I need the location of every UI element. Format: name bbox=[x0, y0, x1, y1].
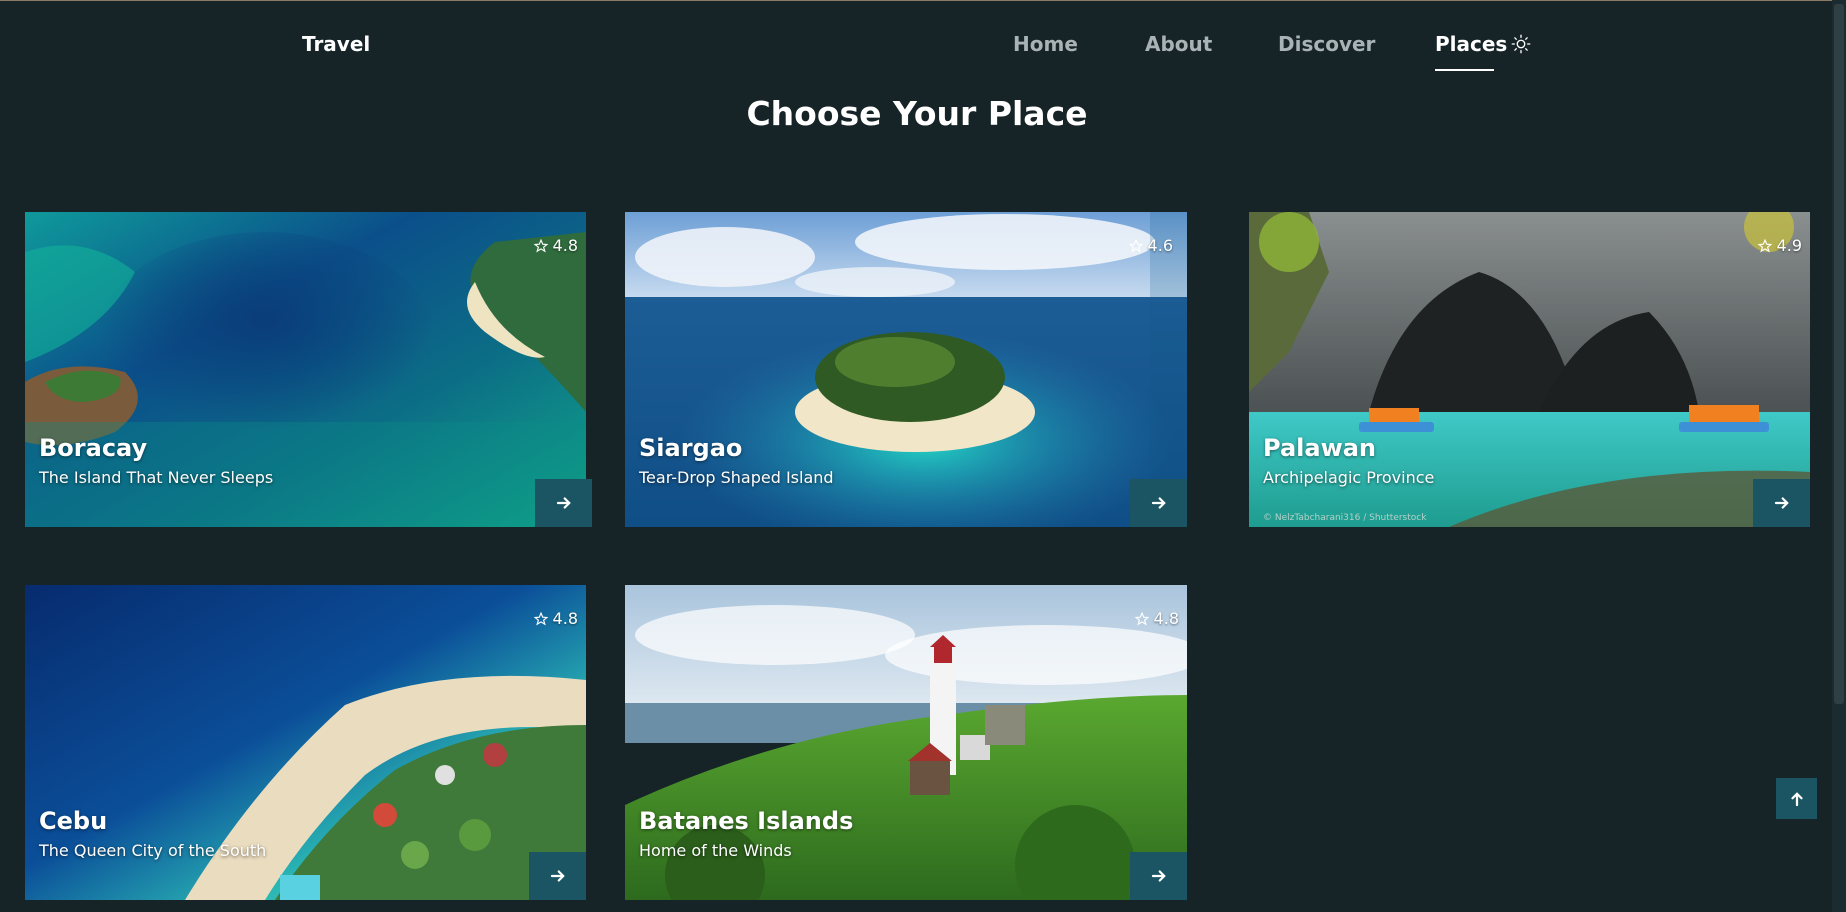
rating-badge: 4.6 bbox=[1128, 236, 1173, 255]
rating-value: 4.8 bbox=[1153, 609, 1179, 628]
place-card-palawan[interactable]: 4.9 Palawan Archipelagic Province © Nelz… bbox=[1249, 212, 1810, 527]
place-subtitle: The Island That Never Sleeps bbox=[39, 468, 274, 487]
rating-value: 4.8 bbox=[552, 236, 578, 255]
view-place-button[interactable] bbox=[529, 852, 586, 900]
sun-icon[interactable] bbox=[1511, 34, 1531, 54]
rating-badge: 4.9 bbox=[1757, 236, 1802, 255]
arrow-right-icon bbox=[1774, 497, 1788, 509]
view-place-button[interactable] bbox=[1753, 479, 1810, 527]
view-place-button[interactable] bbox=[535, 479, 592, 527]
scrollbar-thumb[interactable] bbox=[1834, 4, 1844, 704]
arrow-right-icon bbox=[1151, 497, 1165, 509]
nav-discover-link[interactable]: Discover bbox=[1278, 32, 1375, 56]
place-subtitle: Home of the Winds bbox=[639, 841, 792, 860]
star-icon bbox=[533, 611, 548, 626]
rating-badge: 4.8 bbox=[533, 236, 578, 255]
place-title: Boracay bbox=[39, 434, 148, 462]
place-card-batanes[interactable]: 4.8 Batanes Islands Home of the Winds bbox=[625, 585, 1187, 900]
nav-places-link[interactable]: Places bbox=[1435, 32, 1507, 56]
place-subtitle: Tear-Drop Shaped Island bbox=[639, 468, 834, 487]
place-card-boracay[interactable]: 4.8 Boracay The Island That Never Sleeps bbox=[25, 212, 592, 527]
page-scrollbar[interactable] bbox=[1832, 0, 1846, 912]
nav-home-link[interactable]: Home bbox=[1013, 32, 1078, 56]
window-top-border bbox=[0, 0, 1846, 1]
photo-credit: © NelzTabcharani316 / Shutterstock bbox=[1263, 513, 1427, 523]
view-place-button[interactable] bbox=[1130, 852, 1187, 900]
rating-value: 4.6 bbox=[1147, 236, 1173, 255]
place-card-siargao[interactable]: 4.6 Siargao Tear-Drop Shaped Island bbox=[625, 212, 1187, 527]
view-place-button[interactable] bbox=[1130, 479, 1187, 527]
rating-value: 4.8 bbox=[552, 609, 578, 628]
star-icon bbox=[1757, 238, 1772, 253]
rating-badge: 4.8 bbox=[1134, 609, 1179, 628]
place-card-cebu[interactable]: 4.8 Cebu The Queen City of the South bbox=[25, 585, 586, 900]
star-icon bbox=[533, 238, 548, 253]
site-logo[interactable]: Travel bbox=[302, 32, 370, 56]
nav-about-link[interactable]: About bbox=[1145, 32, 1212, 56]
place-subtitle: The Queen City of the South bbox=[39, 841, 267, 860]
place-title: Cebu bbox=[39, 807, 108, 835]
place-title: Siargao bbox=[639, 434, 743, 462]
place-subtitle: Archipelagic Province bbox=[1263, 468, 1435, 487]
rating-badge: 4.8 bbox=[533, 609, 578, 628]
nav-active-underline bbox=[1435, 69, 1494, 71]
rating-value: 4.9 bbox=[1776, 236, 1802, 255]
place-title: Batanes Islands bbox=[639, 807, 854, 835]
scroll-to-top-button[interactable] bbox=[1776, 778, 1817, 819]
arrow-right-icon bbox=[556, 497, 570, 509]
arrow-right-icon bbox=[1151, 870, 1165, 882]
star-icon bbox=[1128, 238, 1143, 253]
arrow-up-icon bbox=[1790, 792, 1803, 806]
place-title: Palawan bbox=[1263, 434, 1377, 462]
section-heading: Choose Your Place bbox=[746, 94, 1088, 133]
star-icon bbox=[1134, 611, 1149, 626]
arrow-right-icon bbox=[550, 870, 564, 882]
